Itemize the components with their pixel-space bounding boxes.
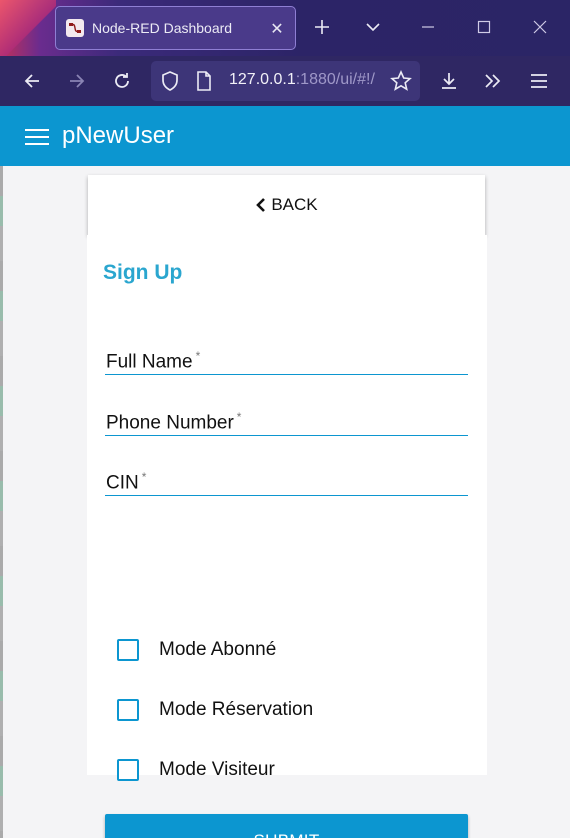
full-name-field[interactable]: Full Name * (105, 345, 468, 375)
url-text: 127.0.0.1:1880/ui/#!/ (229, 71, 375, 89)
checkbox-label: Mode Visiteur (159, 759, 275, 780)
checkbox-label: Mode Abonné (159, 639, 277, 660)
titlebar-decoration (0, 0, 56, 56)
reload-icon[interactable] (107, 66, 137, 96)
full-name-label: Full Name * (106, 349, 201, 373)
shield-icon[interactable] (160, 70, 180, 96)
url-bar[interactable]: 127.0.0.1:1880/ui/#!/ (151, 61, 420, 101)
checkbox-label: Mode Réservation (159, 699, 314, 720)
url-host: 127.0.0.1 (229, 71, 296, 88)
back-icon[interactable] (17, 66, 47, 96)
browser-tab[interactable]: Node-RED Dashboard ✕ (55, 6, 296, 50)
phone-number-label: Phone Number * (106, 410, 242, 434)
forward-icon[interactable] (62, 66, 92, 96)
node-red-icon (66, 19, 84, 37)
page-title: pNewUser (62, 122, 175, 149)
back-button[interactable]: BACK (88, 175, 485, 235)
checkbox-icon[interactable] (117, 699, 139, 721)
app-header: pNewUser (0, 106, 570, 166)
bookmark-star-icon[interactable] (386, 66, 416, 96)
close-window-icon[interactable] (525, 12, 555, 42)
form-title: Sign Up (103, 261, 183, 284)
background-window-edge (0, 166, 3, 838)
new-tab-icon[interactable] (307, 12, 337, 42)
tab-close-icon[interactable]: ✕ (269, 19, 285, 38)
signup-form: Sign Up Full Name * Phone Number * CIN * Mo… (87, 235, 487, 838)
back-button-label: BACK (271, 195, 318, 214)
overflow-icon[interactable] (478, 66, 508, 96)
chevron-left-icon (256, 198, 266, 212)
browser-navbar: 127.0.0.1:1880/ui/#!/ (0, 56, 570, 106)
submit-button[interactable]: SUBMIT (105, 814, 468, 838)
checkbox-icon[interactable] (117, 759, 139, 781)
phone-number-field[interactable]: Phone Number * (105, 406, 468, 436)
download-icon[interactable] (434, 66, 464, 96)
minimize-icon[interactable] (413, 12, 443, 42)
tab-list-icon[interactable] (358, 12, 388, 42)
page-content: pNewUser BACK Sign Up Full Name * Phone N… (0, 106, 570, 838)
page-icon[interactable] (196, 71, 212, 95)
checkbox-icon[interactable] (117, 639, 139, 661)
cin-label: CIN * (106, 470, 147, 494)
checkbox-mode-abonne[interactable]: Mode Abonné (117, 635, 276, 665)
cin-field[interactable]: CIN * (105, 466, 468, 496)
tab-title: Node-RED Dashboard (92, 20, 233, 36)
menu-icon[interactable] (524, 66, 554, 96)
url-path: :1880/ui/#!/ (295, 71, 375, 88)
maximize-icon[interactable] (469, 12, 499, 42)
checkbox-mode-visiteur[interactable]: Mode Visiteur (117, 755, 275, 785)
checkbox-mode-reservation[interactable]: Mode Réservation (117, 695, 313, 725)
hamburger-menu-icon[interactable] (25, 129, 49, 145)
browser-titlebar: Node-RED Dashboard ✕ (0, 0, 570, 56)
